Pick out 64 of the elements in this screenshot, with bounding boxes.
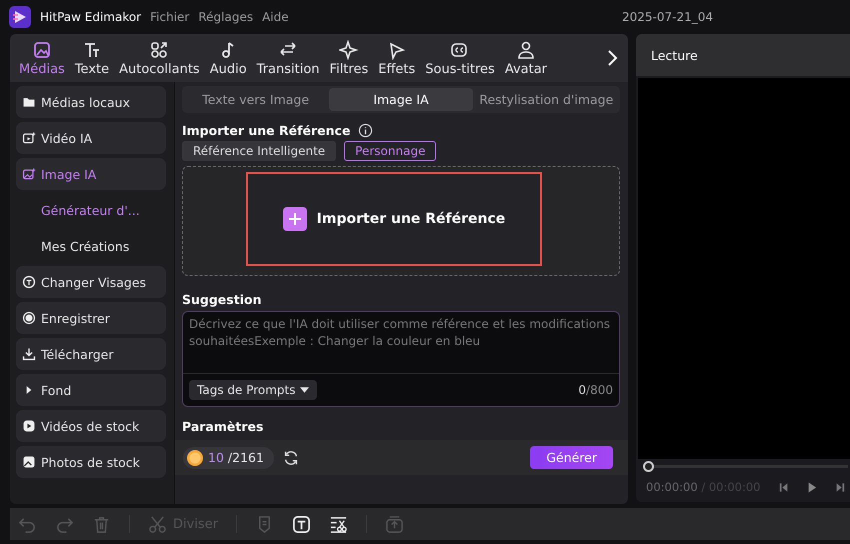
next-frame-icon[interactable] [834,480,844,494]
text-box-icon[interactable] [292,514,312,534]
generate-button[interactable]: Générer [530,446,613,469]
coin-icon [186,448,204,466]
image-icon [32,40,52,60]
caret-down-icon [300,387,308,393]
sidebar-item[interactable]: Enregistrer [16,302,166,334]
mode-tab[interactable]: Restylisation d'image [474,88,618,111]
play-icon [22,419,36,433]
app-name: HitPaw Edimakor [40,10,142,24]
reference-tab[interactable]: Personnage [344,141,436,161]
credits-pill: 10 /2161 [183,446,274,468]
sidebar-item[interactable]: Fond [16,374,166,406]
app-logo-icon [9,6,31,28]
play-icon[interactable] [806,480,816,494]
sidebar-subitem[interactable]: Générateur d'... [16,194,166,226]
shapes-icon [149,40,170,60]
menu-item[interactable]: Réglages [198,10,254,24]
media-tab[interactable]: Transition [252,40,325,76]
sidebar-item[interactable]: Vidéos de stock [16,410,166,442]
character-count: 0/800 [578,383,613,397]
media-tab[interactable]: Autocollants [114,40,205,76]
mode-tab[interactable]: Texte vers Image [184,88,328,111]
project-name: 2025-07-21_04 [622,10,713,24]
sidebar-item[interactable]: Changer Visages [16,266,166,298]
chevron-right-icon[interactable] [606,48,618,68]
playhead-handle[interactable] [643,461,654,472]
prompt-tags-button[interactable]: Tags de Prompts [189,380,316,400]
section-heading: Importer une Référence [182,123,350,138]
image-plus-icon [22,167,36,181]
media-tab[interactable]: Sous-titres [420,40,500,76]
media-tab[interactable]: Avatar [500,40,552,76]
sidebar-item[interactable]: Photos de stock [16,446,166,478]
menu-item[interactable]: Fichier [150,10,190,24]
download-icon [22,347,36,361]
reference-tab[interactable]: Référence Intelligente [182,141,336,161]
record-icon [22,311,36,325]
sidebar-subitem[interactable]: Mes Créations [16,230,166,262]
import-label: Importer une Référence [316,211,506,227]
plus-icon [282,207,307,231]
video-plus-icon [22,131,36,145]
prompt-field[interactable]: Décrivez ce que l'IA doit utiliser comme référence et les modifications souhaitéesExemple : Changer la couleur en bleu Tags de Prompts 0/800 [182,311,620,407]
sidebar-item[interactable]: Image IA [16,158,166,190]
person-icon [516,40,536,60]
scissors-icon [148,514,167,534]
sidebar-item[interactable]: Télécharger [16,338,166,370]
cut-icon[interactable] [329,514,348,534]
sidebar-item[interactable]: Vidéo IA [16,122,166,154]
section-heading: Suggestion [182,292,262,307]
sparkle-icon [338,40,359,60]
media-tab[interactable]: Effets [373,40,420,76]
media-tab[interactable]: Audio [204,40,252,76]
info-icon[interactable] [358,123,374,138]
section-heading: Paramètres [182,419,264,434]
folder-icon [22,95,36,109]
media-tab[interactable]: Texte [70,40,114,76]
menu-item[interactable]: Aide [262,10,289,24]
previous-frame-icon[interactable] [778,480,788,494]
mode-tab[interactable]: Image IA [329,88,473,111]
media-tab[interactable]: Filtres [324,40,374,76]
media-tab[interactable]: Médias [14,40,70,76]
sidebar-item[interactable]: Médias locaux [16,86,166,118]
drop-zone[interactable]: Importer une Référence [182,166,620,276]
preview-title: Lecture [651,48,698,62]
